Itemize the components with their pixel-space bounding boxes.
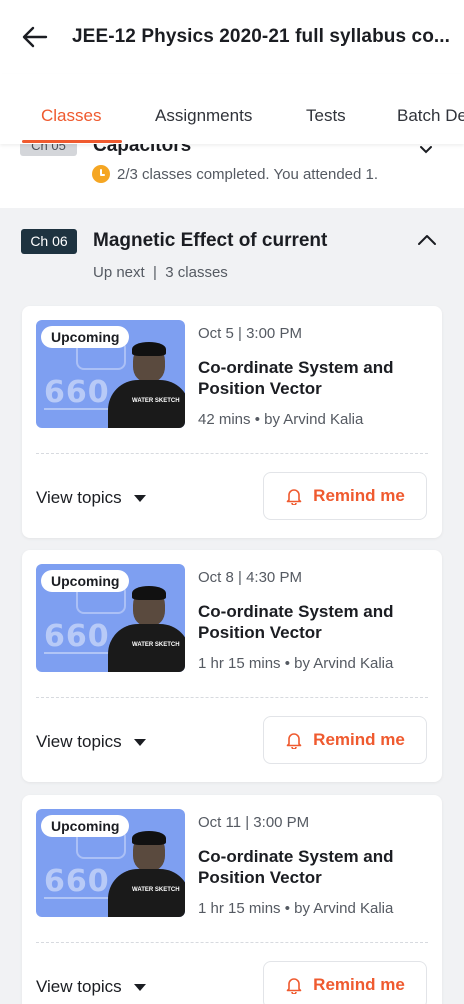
bell-icon bbox=[286, 733, 302, 749]
back-arrow-icon[interactable] bbox=[20, 22, 50, 52]
clock-icon bbox=[92, 165, 110, 183]
chevron-up-icon[interactable] bbox=[416, 232, 438, 248]
view-topics-button[interactable]: View topics bbox=[36, 488, 146, 508]
chapter-progress-text: 2/3 classes completed. You attended 1. bbox=[117, 166, 379, 183]
tab-batch-details[interactable]: Batch De bbox=[397, 106, 464, 126]
caret-down-icon bbox=[133, 983, 146, 991]
divider bbox=[36, 453, 428, 454]
class-title: Co-ordinate System and Position Vector bbox=[198, 602, 394, 642]
class-card[interactable]: 660 WATER SKETCH Upcoming Oct 11 | 3:00 … bbox=[22, 795, 442, 1004]
class-thumbnail: 660 WATER SKETCH Upcoming bbox=[36, 564, 185, 672]
tab-assignments[interactable]: Assignments bbox=[155, 106, 252, 126]
tab-classes[interactable]: Classes bbox=[41, 106, 101, 126]
chapter-name: Capacitors bbox=[93, 144, 192, 156]
caret-down-icon bbox=[133, 494, 146, 502]
class-title: Co-ordinate System and Position Vector bbox=[198, 358, 394, 398]
remind-me-button[interactable]: Remind me bbox=[263, 716, 427, 764]
class-title: Co-ordinate System and Position Vector bbox=[198, 847, 394, 887]
divider bbox=[36, 697, 428, 698]
bell-icon bbox=[286, 978, 302, 994]
divider bbox=[36, 942, 428, 943]
remind-me-button[interactable]: Remind me bbox=[263, 472, 427, 520]
upcoming-badge: Upcoming bbox=[41, 570, 130, 592]
tab-tests[interactable]: Tests bbox=[306, 106, 346, 126]
tab-bar: Classes Assignments Tests Batch De bbox=[0, 74, 464, 144]
class-meta: 42 mins • by Arvind Kalia bbox=[198, 411, 364, 428]
app-header: JEE-12 Physics 2020-21 full syllabus co.… bbox=[0, 0, 464, 74]
class-card[interactable]: 660 WATER SKETCH Upcoming Oct 5 | 3:00 P… bbox=[22, 306, 442, 538]
remind-me-label: Remind me bbox=[313, 975, 405, 994]
chapter-badge: Ch 06 bbox=[21, 229, 77, 254]
caret-down-icon bbox=[133, 738, 146, 746]
class-card[interactable]: 660 WATER SKETCH Upcoming Oct 8 | 4:30 P… bbox=[22, 550, 442, 782]
remind-me-button[interactable]: Remind me bbox=[263, 961, 427, 1004]
bell-icon bbox=[286, 489, 302, 505]
class-thumbnail: 660 WATER SKETCH Upcoming bbox=[36, 320, 185, 428]
class-meta: 1 hr 15 mins • by Arvind Kalia bbox=[198, 900, 394, 917]
class-meta: 1 hr 15 mins • by Arvind Kalia bbox=[198, 655, 394, 672]
remind-me-label: Remind me bbox=[313, 730, 405, 749]
chevron-down-icon[interactable] bbox=[418, 144, 434, 158]
class-date: Oct 5 | 3:00 PM bbox=[198, 325, 302, 342]
chapter-meta: Up next | 3 classes bbox=[93, 264, 228, 281]
view-topics-label: View topics bbox=[36, 488, 122, 507]
view-topics-label: View topics bbox=[36, 977, 122, 996]
class-date: Oct 8 | 4:30 PM bbox=[198, 569, 302, 586]
upcoming-badge: Upcoming bbox=[41, 815, 130, 837]
remind-me-label: Remind me bbox=[313, 486, 405, 505]
view-topics-button[interactable]: View topics bbox=[36, 732, 146, 752]
upcoming-badge: Upcoming bbox=[41, 326, 130, 348]
active-tab-indicator bbox=[22, 140, 122, 143]
chapter-badge: Ch 05 bbox=[20, 144, 77, 156]
page-title: JEE-12 Physics 2020-21 full syllabus co.… bbox=[72, 26, 451, 47]
view-topics-button[interactable]: View topics bbox=[36, 977, 146, 997]
chapter-name: Magnetic Effect of current bbox=[93, 230, 328, 251]
class-thumbnail: 660 WATER SKETCH Upcoming bbox=[36, 809, 185, 917]
view-topics-label: View topics bbox=[36, 732, 122, 751]
chapter-capacitors[interactable]: Ch 05 Capacitors 2/3 classes completed. … bbox=[0, 144, 464, 208]
class-date: Oct 11 | 3:00 PM bbox=[198, 814, 310, 831]
